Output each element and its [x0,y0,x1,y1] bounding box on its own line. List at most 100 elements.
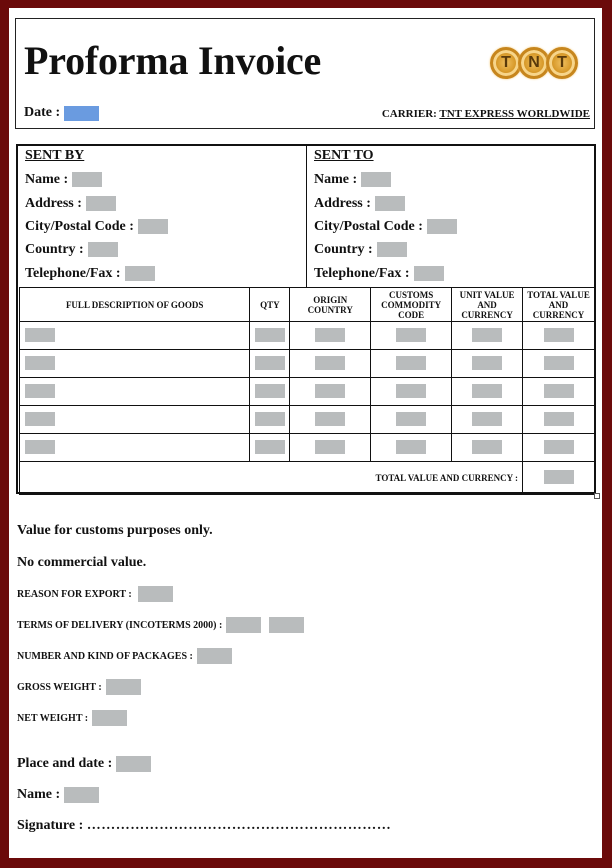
place-date-label: Place and date : [17,756,113,771]
origin-field[interactable] [315,439,346,454]
goods-row [18,377,595,406]
total-value-field[interactable] [543,470,574,484]
origin-field[interactable] [315,327,346,342]
sent-to-section: SENT TO Name : Address : City/Postal Cod… [307,146,594,287]
goods-row [18,405,595,434]
sent-to-city-row: City/Postal Code : [314,215,594,238]
terms-of-delivery-field-2[interactable] [269,617,305,633]
place-date-field[interactable] [116,756,152,772]
tnt-logo: T N T [490,47,578,79]
sent-by-city-field[interactable] [137,218,168,234]
gross-weight-field[interactable] [105,679,141,695]
sent-to-country-field[interactable] [376,242,407,258]
sent-to-country-row: Country : [314,238,594,261]
unit-value-field[interactable] [472,383,503,398]
goods-table: FULL DESCRIPTION OF GOODS QTY ORIGIN COU… [18,287,595,495]
customs-only-note: Value for customs purposes only. [17,523,213,538]
qty-field[interactable] [254,327,285,342]
field-label: Address : [25,195,82,211]
origin-field[interactable] [315,383,346,398]
goods-cell-qty [249,433,291,462]
goods-cell-unit-value [451,433,524,462]
goods-cell-description [18,377,251,406]
sent-to-name-field[interactable] [361,172,392,188]
sent-by-country-field[interactable] [87,242,118,258]
gross-weight-row: GROSS WEIGHT : [17,679,141,695]
description-field[interactable] [25,383,55,398]
goods-row [18,349,595,378]
commodity-code-field[interactable] [396,327,427,342]
goods-cell-description [18,405,251,434]
description-field[interactable] [25,411,55,426]
total-value-field[interactable] [543,355,574,370]
total-value-field[interactable] [543,439,574,454]
sent-by-address-field[interactable] [85,195,116,211]
description-field[interactable] [25,355,55,370]
sent-to-address-field[interactable] [374,195,405,211]
commodity-code-field[interactable] [396,383,427,398]
sent-by-name-field[interactable] [72,172,103,188]
field-label: Telephone/Fax : [25,265,121,281]
goods-cell-total-value [522,433,595,462]
field-label: Country : [25,242,84,258]
total-value-field[interactable] [543,411,574,426]
signer-name-field[interactable] [64,787,100,803]
origin-field[interactable] [315,411,346,426]
goods-cell-origin [289,321,372,350]
goods-cell-origin [289,405,372,434]
sent-to-city-field[interactable] [426,218,457,234]
commodity-code-field[interactable] [396,355,427,370]
sent-to-phone-row: Telephone/Fax : [314,262,594,285]
col-qty: QTY [249,287,291,322]
total-value-field[interactable] [543,327,574,342]
field-label: Name : [25,172,69,188]
terms-of-delivery-field-1[interactable] [226,617,262,633]
sent-by-country-row: Country : [25,238,306,261]
invoice-page: Proforma Invoice T N T Date : CARRIER: T… [9,8,602,858]
packages-field[interactable] [196,648,232,664]
field-label: Address : [314,195,371,211]
field-label: City/Postal Code : [314,218,423,234]
goods-cell-unit-value [451,349,524,378]
goods-cell-commodity-code [370,405,453,434]
date-field[interactable] [64,105,100,121]
goods-cell-qty [249,349,291,378]
goods-cell-commodity-code [370,321,453,350]
origin-field[interactable] [315,355,346,370]
total-label: TOTAL VALUE AND CURRENCY : [18,461,524,495]
qty-field[interactable] [254,355,285,370]
qty-field[interactable] [254,411,285,426]
total-value-field[interactable] [543,383,574,398]
signature-line[interactable]: ……………………………………………………… [87,818,392,833]
col-total-value: TOTAL VALUE AND CURRENCY [522,287,595,322]
field-label: Country : [314,242,373,258]
signer-name-label: Name : [17,787,61,802]
qty-field[interactable] [254,439,285,454]
terms-of-delivery-label: TERMS OF DELIVERY (INCOTERMS 2000) : [17,619,223,631]
date-row: Date : [24,105,100,121]
carrier-label: CARRIER: [381,108,437,120]
sent-to-name-row: Name : [314,168,594,191]
unit-value-field[interactable] [472,327,503,342]
commodity-code-field[interactable] [396,439,427,454]
sent-to-phone-field[interactable] [413,265,444,281]
sent-by-phone-field[interactable] [124,265,155,281]
place-date-row: Place and date : [17,756,152,772]
goods-cell-qty [249,377,291,406]
unit-value-field[interactable] [472,439,503,454]
goods-cell-unit-value [451,321,524,350]
unit-value-field[interactable] [472,411,503,426]
qty-field[interactable] [254,383,285,398]
table-resize-handle[interactable] [594,493,600,499]
net-weight-field[interactable] [92,710,128,726]
goods-cell-total-value [522,321,595,350]
sent-to-address-row: Address : [314,191,594,214]
reason-for-export-field[interactable] [137,586,173,602]
unit-value-field[interactable] [472,355,503,370]
description-field[interactable] [25,439,55,454]
carrier-value: TNT EXPRESS WORLDWIDE [439,108,590,120]
description-field[interactable] [25,327,55,342]
commodity-code-field[interactable] [396,411,427,426]
goods-cell-total-value [522,349,595,378]
parties-section: SENT BY Name : Address : City/Postal Cod… [18,146,594,287]
